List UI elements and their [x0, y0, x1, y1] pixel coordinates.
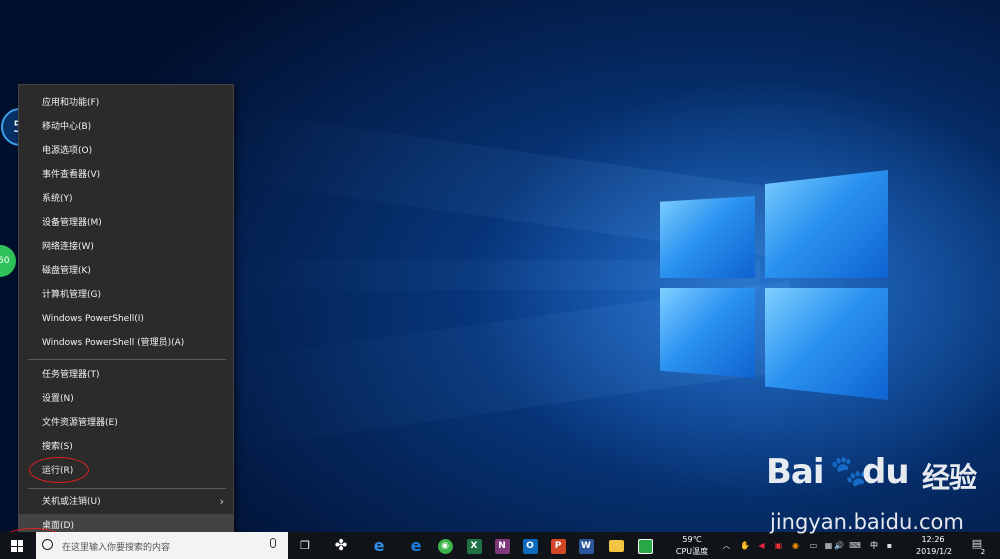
menu-item-device-manager[interactable]: 设备管理器(M)	[19, 211, 233, 235]
word-icon[interactable]: W	[573, 534, 599, 557]
menu-item-powershell[interactable]: Windows PowerShell(I)	[19, 307, 233, 331]
search-input[interactable]: 在这里输入你要搜索的内容	[36, 532, 288, 559]
menu-item-event-viewer[interactable]: 事件查看器(V)	[19, 163, 233, 187]
windows-icon	[11, 540, 23, 552]
show-hidden-icons-icon[interactable]: ︿	[722, 541, 731, 550]
keyboard-icon[interactable]: ⌨	[848, 541, 862, 550]
search-placeholder: 在这里输入你要搜索的内容	[62, 543, 171, 553]
menu-item-computer-management[interactable]: 计算机管理(G)	[19, 283, 233, 307]
excel-icon[interactable]: X	[461, 534, 487, 557]
task-view-icon[interactable]: ❐	[292, 534, 318, 557]
watermark-site: jingyan.baidu.com	[770, 510, 964, 534]
menu-item-system[interactable]: 系统(Y)	[19, 187, 233, 211]
photos-icon[interactable]	[632, 534, 658, 557]
onenote-icon[interactable]: N	[489, 534, 515, 557]
tray-app-icon[interactable]: ▣	[774, 541, 783, 550]
baidu-jingyan-watermark: Bai 🐾 du 经验 jingyan.baidu.com	[760, 452, 1000, 542]
menu-item-shutdown-label: 关机或注销(U)	[42, 497, 101, 507]
edge-icon[interactable]: e	[403, 534, 429, 557]
watermark-brand2: du	[862, 452, 910, 492]
windows-logo-pane	[765, 288, 888, 400]
windows-logo-pane	[660, 196, 755, 278]
fan-icon[interactable]: ✤	[328, 534, 354, 557]
powerpoint-icon[interactable]: P	[545, 534, 571, 557]
360-icon[interactable]: ◉	[432, 534, 458, 557]
watermark-brand-cn: 经验	[922, 461, 977, 494]
menu-item-network-connections[interactable]: 网络连接(W)	[19, 235, 233, 259]
menu-item-settings[interactable]: 设置(N)	[19, 387, 233, 411]
menu-separator	[28, 488, 226, 489]
watermark-brand: Bai	[766, 452, 825, 492]
file-explorer-icon[interactable]	[603, 534, 629, 557]
cpu-temp-label: CPU温度	[675, 547, 709, 556]
menu-item-apps-features[interactable]: 应用和功能(F)	[19, 91, 233, 115]
tray-arrow-icon[interactable]: ◀	[757, 541, 766, 550]
outlook-icon[interactable]: O	[517, 534, 543, 557]
start-button[interactable]	[0, 532, 36, 559]
menu-item-mobility-center[interactable]: 移动中心(B)	[19, 115, 233, 139]
tray-app-icon[interactable]: ◉	[791, 541, 800, 550]
cpu-temp-value: 59℃	[682, 535, 702, 544]
winx-context-menu: 应用和功能(F) 移动中心(B) 电源选项(O) 事件查看器(V) 系统(Y) …	[18, 84, 234, 538]
clock-date[interactable]: 2019/1/2	[909, 547, 959, 557]
menu-item-disk-management[interactable]: 磁盘管理(K)	[19, 259, 233, 283]
tray-app-icon[interactable]: ▪	[885, 541, 894, 550]
ime-indicator[interactable]: 中	[868, 541, 880, 551]
menu-item-power-options[interactable]: 电源选项(O)	[19, 139, 233, 163]
network-icon[interactable]: ▦	[824, 541, 833, 550]
volume-icon[interactable]: 🔊	[834, 541, 844, 550]
menu-separator	[28, 359, 226, 360]
tray-app-icon[interactable]: ✋	[740, 541, 750, 550]
menu-item-powershell-admin[interactable]: Windows PowerShell (管理员)(A)	[19, 331, 233, 355]
cortana-icon	[42, 539, 53, 550]
notification-count-badge: 2	[980, 548, 986, 556]
windows-logo-pane	[765, 170, 888, 278]
menu-item-file-explorer[interactable]: 文件资源管理器(E)	[19, 411, 233, 435]
windows-logo-pane	[660, 288, 755, 378]
menu-item-task-manager[interactable]: 任务管理器(T)	[19, 363, 233, 387]
ie-icon[interactable]: e	[366, 534, 392, 557]
chevron-right-icon: ›	[219, 495, 224, 508]
menu-item-search[interactable]: 搜索(S)	[19, 435, 233, 459]
menu-item-shutdown[interactable]: 关机或注销(U) ›	[19, 490, 233, 514]
microphone-icon[interactable]	[270, 538, 276, 548]
menu-item-run[interactable]: 运行(R)	[19, 459, 233, 483]
battery-icon[interactable]: ▭	[809, 541, 818, 550]
